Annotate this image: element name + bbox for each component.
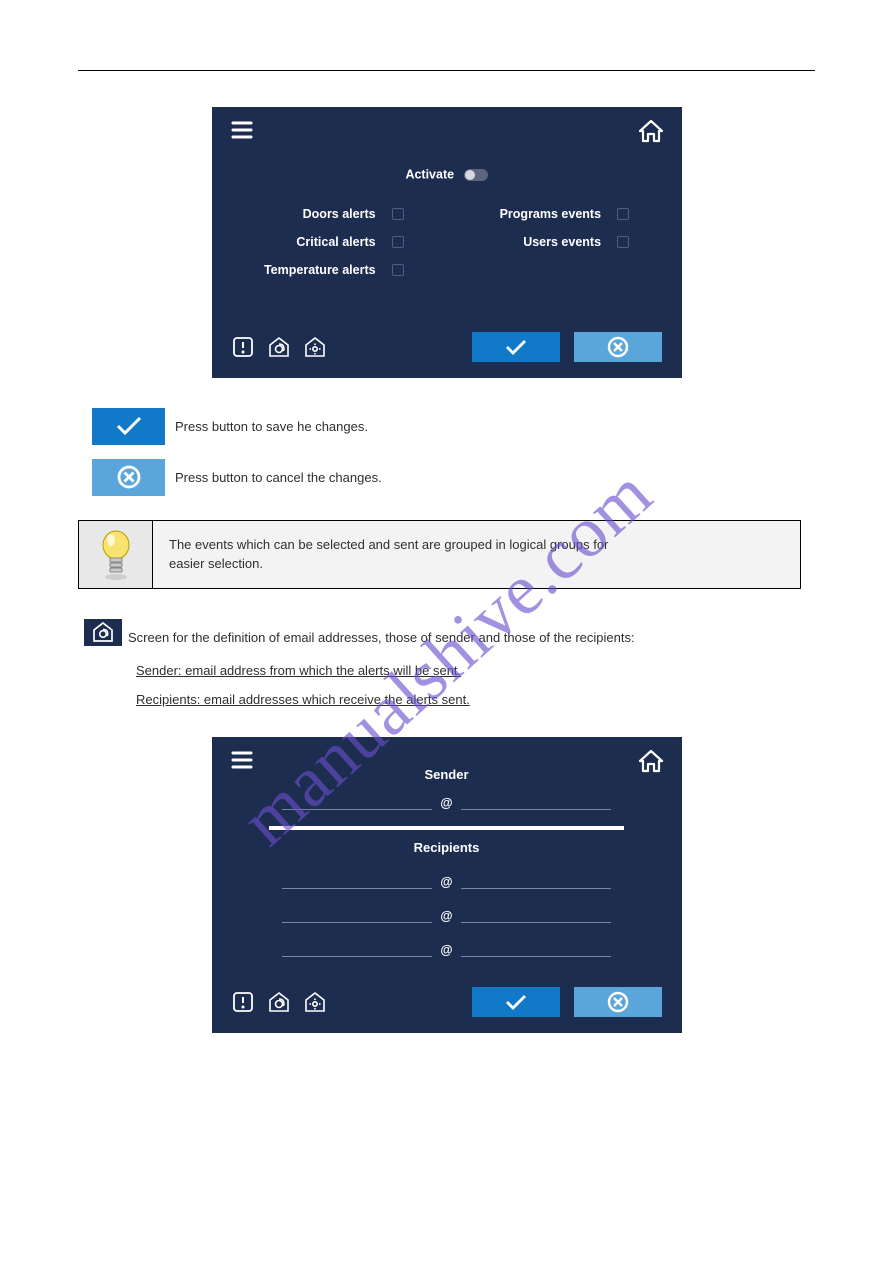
- hamburger-icon[interactable]: [230, 749, 254, 771]
- recipients-title: Recipients: [232, 840, 662, 855]
- checkbox-row-doors-alerts: Doors alerts: [264, 200, 404, 228]
- sender-title: Sender: [232, 767, 662, 782]
- cancel-button[interactable]: [574, 332, 662, 362]
- recipient-email-row: @: [232, 939, 662, 957]
- checkbox[interactable]: [617, 208, 629, 220]
- recipient-domain-input[interactable]: [461, 871, 611, 889]
- activate-toggle[interactable]: [464, 169, 488, 181]
- recipient-local-input[interactable]: [282, 905, 432, 923]
- confirm-button[interactable]: [472, 332, 560, 362]
- at-symbol: @: [440, 875, 452, 889]
- sender-email-input-row: @: [232, 792, 662, 810]
- checkbox-label: Users events: [523, 235, 601, 249]
- page-top-rule: [78, 70, 815, 71]
- activate-label: Activate: [405, 168, 454, 182]
- recipient-domain-input[interactable]: [461, 939, 611, 957]
- recipient-local-input[interactable]: [282, 871, 432, 889]
- sender-domain-input[interactable]: [461, 792, 611, 810]
- section-intro-line: Screen for the definition of email addre…: [128, 630, 815, 645]
- info-callout: The events which can be selected and sen…: [78, 520, 801, 589]
- sender-definition: Sender: email address from which the ale…: [136, 659, 815, 682]
- at-symbol: @: [440, 796, 452, 810]
- standalone-cancel-button[interactable]: [92, 459, 165, 496]
- sender-local-input[interactable]: [282, 792, 432, 810]
- checkbox-label: Critical alerts: [296, 235, 375, 249]
- recipient-email-row: @: [232, 871, 662, 889]
- standalone-confirm-button[interactable]: [92, 408, 165, 445]
- alert-icon[interactable]: [232, 991, 254, 1013]
- checkbox-label: Programs events: [500, 207, 601, 221]
- settings-icon[interactable]: [304, 336, 326, 358]
- at-icon[interactable]: [268, 336, 290, 358]
- recipient-domain-input[interactable]: [461, 905, 611, 923]
- at-symbol: @: [440, 943, 452, 957]
- checkbox[interactable]: [392, 236, 404, 248]
- cancel-button[interactable]: [574, 987, 662, 1017]
- home-icon[interactable]: [638, 749, 664, 773]
- cancel-description: Press button to cancel the changes.: [175, 470, 382, 485]
- at-symbol: @: [440, 909, 452, 923]
- checkbox-label: Doors alerts: [303, 207, 376, 221]
- home-icon[interactable]: [638, 119, 664, 143]
- hamburger-icon[interactable]: [230, 119, 254, 141]
- confirm-description: Press button to save he changes.: [175, 419, 368, 434]
- screenshot-panel-alerts: Activate Doors alerts Critical alerts Te…: [212, 107, 682, 378]
- at-icon[interactable]: [268, 991, 290, 1013]
- checkbox[interactable]: [392, 264, 404, 276]
- checkbox-label: Temperature alerts: [264, 263, 376, 277]
- at-square-icon[interactable]: [84, 619, 122, 646]
- recipient-local-input[interactable]: [282, 939, 432, 957]
- callout-text-line2: easier selection.: [169, 554, 784, 574]
- callout-text-line1: The events which can be selected and sen…: [169, 535, 784, 555]
- sender-underline: Sender: email address from which the ale…: [136, 663, 461, 678]
- recipient-email-row: @: [232, 905, 662, 923]
- checkbox[interactable]: [392, 208, 404, 220]
- checkbox[interactable]: [617, 236, 629, 248]
- checkbox-row-programs-events: Programs events: [500, 200, 629, 228]
- checkbox-row-critical-alerts: Critical alerts: [264, 228, 404, 256]
- recipients-definition: Recipients: email addresses which receiv…: [136, 688, 815, 711]
- alert-icon[interactable]: [232, 336, 254, 358]
- sender-divider: [269, 826, 624, 830]
- confirm-button[interactable]: [472, 987, 560, 1017]
- checkbox-row-users-events: Users events: [500, 228, 629, 256]
- settings-icon[interactable]: [304, 991, 326, 1013]
- checkbox-row-temperature-alerts: Temperature alerts: [264, 256, 404, 284]
- lightbulb-icon: [79, 521, 152, 588]
- screenshot-panel-emails: Sender @ Recipients @ @ @: [212, 737, 682, 1033]
- recipients-underline: Recipients: email addresses which receiv…: [136, 692, 470, 707]
